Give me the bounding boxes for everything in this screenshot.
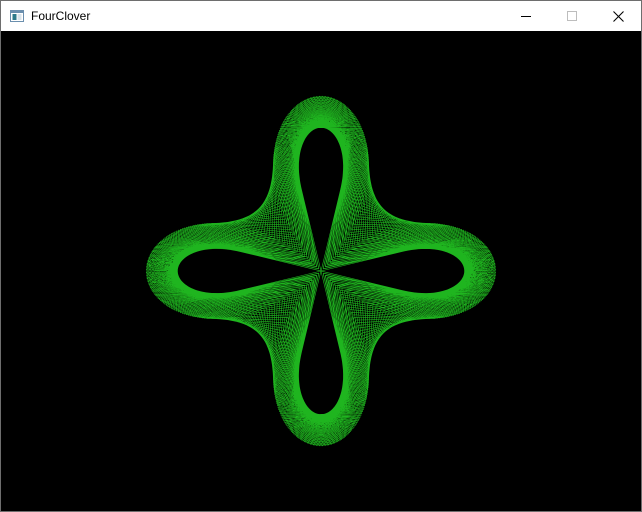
close-button[interactable] bbox=[595, 1, 641, 31]
app-window-icon bbox=[10, 9, 24, 22]
clover-line-path bbox=[145, 95, 497, 447]
maximize-icon bbox=[567, 11, 577, 21]
clover-line-set bbox=[145, 95, 497, 447]
title-bar[interactable]: FourClover bbox=[1, 1, 641, 31]
minimize-button[interactable] bbox=[503, 1, 549, 31]
window-title: FourClover bbox=[31, 9, 91, 23]
minimize-icon bbox=[521, 16, 531, 17]
close-icon bbox=[612, 10, 624, 22]
four-clover-figure bbox=[145, 95, 497, 447]
drawing-canvas bbox=[1, 31, 641, 511]
app-window: FourClover bbox=[0, 0, 642, 512]
maximize-button[interactable] bbox=[549, 1, 595, 31]
